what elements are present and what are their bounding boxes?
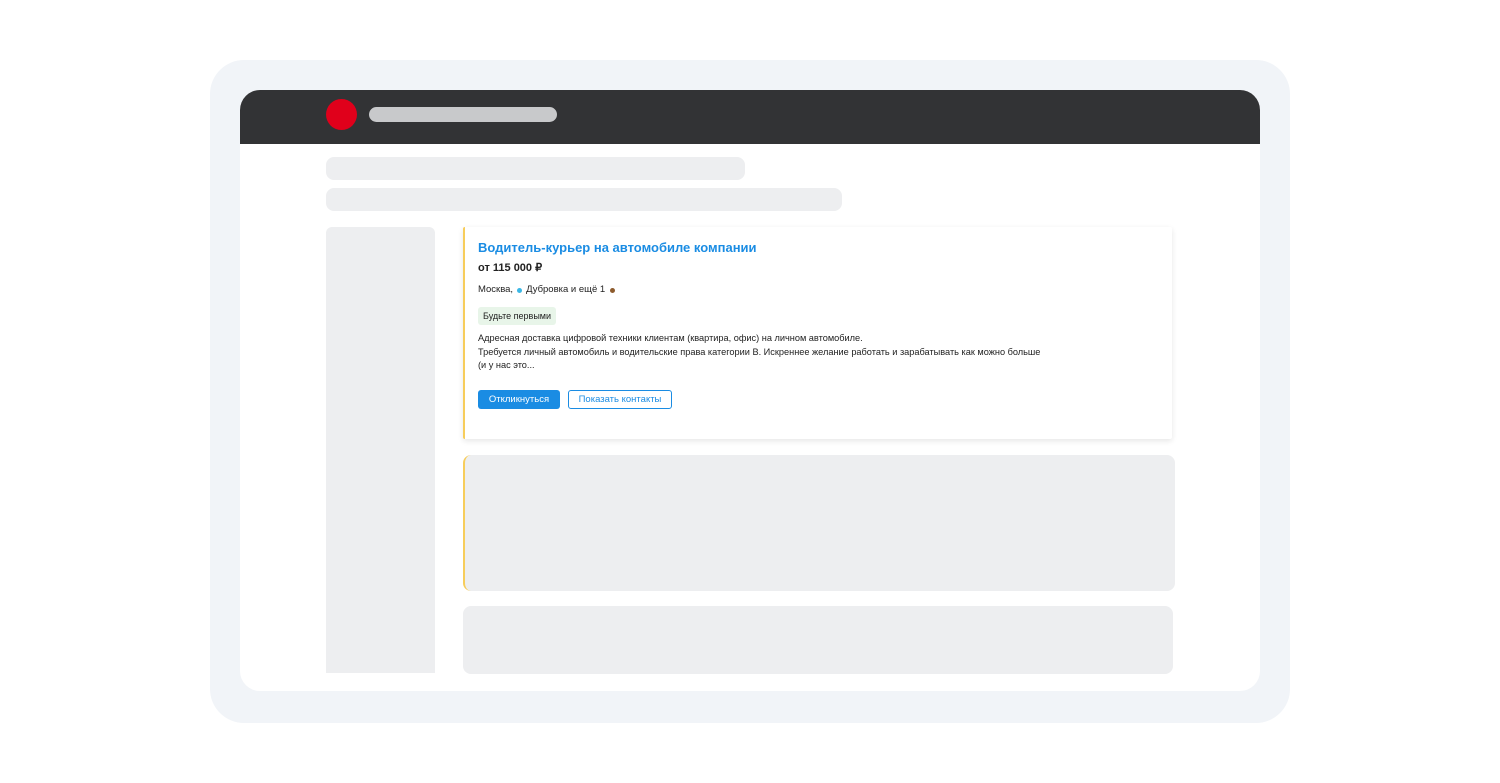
vacancy-location: Москва, Дубровка и ещё 1 [478,284,619,295]
heading-placeholder [326,157,745,180]
be-first-badge: Будьте первыми [478,307,557,325]
description-line: Требуется личный автомобиль и водительск… [478,346,1041,357]
subheading-placeholder [326,188,842,211]
metro-station-label: Дубровка и ещё 1 [526,284,606,295]
sidebar-placeholder [326,227,435,673]
vacancy-card[interactable]: Водитель-курьер на автомобиле компании о… [463,227,1172,439]
vacancy-card-placeholder [463,455,1175,591]
top-navigation-bar [240,90,1260,144]
description-line: Адресная доставка цифровой техники клиен… [478,333,863,343]
vacancy-description: Адресная доставка цифровой техники клиен… [478,332,1138,373]
topbar-placeholder [369,107,557,122]
description-line: (и у нас это... [478,360,535,370]
show-contacts-button[interactable]: Показать контакты [568,390,672,409]
app-window: Водитель-курьер на автомобиле компании о… [240,90,1260,691]
city-label: Москва, [478,284,514,295]
metro-line-dot-icon [610,287,616,293]
logo[interactable] [326,99,357,130]
vacancy-card-placeholder [463,606,1173,674]
metro-line-dot-icon [517,287,523,293]
respond-button[interactable]: Откликнуться [478,390,560,409]
vacancy-salary: от 115 000 ₽ [478,262,543,274]
vacancy-title-link[interactable]: Водитель-курьер на автомобиле компании [478,240,757,255]
